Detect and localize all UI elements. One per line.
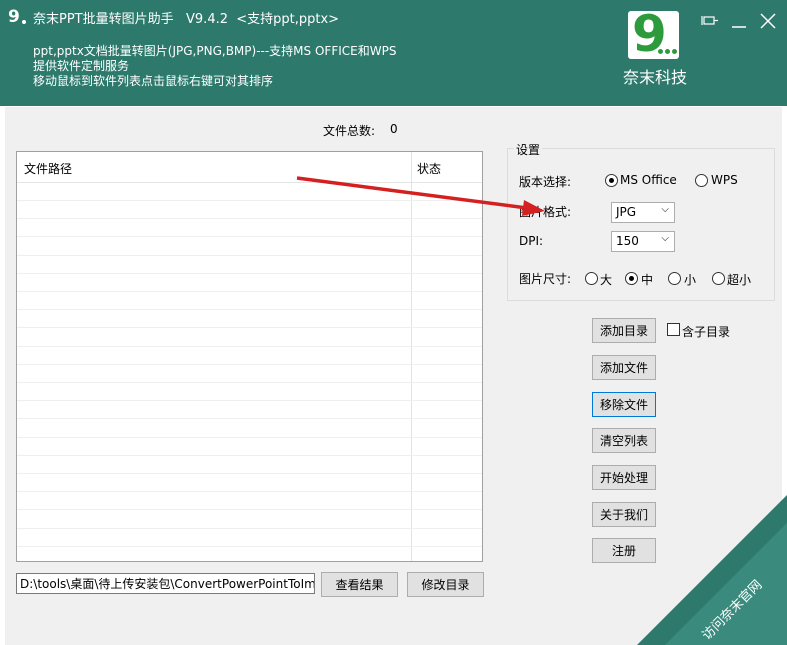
list-row-line <box>17 546 482 547</box>
radio-wps[interactable] <box>695 174 708 187</box>
dpi-select-value: 150 <box>616 234 639 248</box>
list-row-line <box>17 236 482 237</box>
column-status[interactable]: 状态 <box>417 160 441 177</box>
pin-button[interactable] <box>700 11 720 31</box>
list-row-line <box>17 455 482 456</box>
list-row-line <box>17 255 482 256</box>
list-row-line <box>17 418 482 419</box>
list-row-line <box>17 491 482 492</box>
remove-file-button[interactable]: 移除文件 <box>592 392 656 417</box>
version-label: 版本选择: <box>519 175 572 189</box>
list-row-line <box>17 291 482 292</box>
brand-logo-numeral: 9 <box>632 5 667 63</box>
file-list-header: 文件路径 状态 <box>17 152 482 183</box>
radio-size-large[interactable] <box>585 272 598 285</box>
file-count-label: 文件总数: <box>323 124 376 138</box>
change-directory-button[interactable]: 修改目录 <box>407 572 484 597</box>
list-row-line <box>17 309 482 310</box>
file-list[interactable]: 文件路径 状态 <box>16 151 483 562</box>
settings-legend: 设置 <box>514 141 543 158</box>
radio-size-small[interactable] <box>668 272 681 285</box>
radio-size-small-label[interactable]: 小 <box>684 271 696 288</box>
radio-size-xsmall-label[interactable]: 超小 <box>727 271 751 288</box>
list-row-line <box>17 346 482 347</box>
minimize-button[interactable] <box>729 11 749 31</box>
radio-size-medium[interactable] <box>625 272 638 285</box>
radio-ms-office-label[interactable]: MS Office <box>620 173 677 187</box>
include-subdir-checkbox[interactable] <box>667 323 680 336</box>
radio-size-medium-label[interactable]: 中 <box>641 271 653 288</box>
list-row-line <box>17 382 482 383</box>
file-count-value: 0 <box>390 122 398 136</box>
format-label: 图片格式: <box>519 205 572 219</box>
chevron-down-icon: ⌵ <box>661 233 669 244</box>
format-select[interactable]: JPG ⌵ <box>611 202 675 223</box>
pin-icon <box>701 16 718 25</box>
brand-name: 奈末科技 <box>623 68 688 87</box>
list-row-line <box>17 473 482 474</box>
include-subdir-label[interactable]: 含子目录 <box>682 323 730 340</box>
close-icon <box>760 13 776 29</box>
visit-website-ribbon[interactable]: 访问奈末官网 <box>635 495 787 645</box>
radio-size-xsmall[interactable] <box>712 272 725 285</box>
column-divider <box>411 152 412 561</box>
start-button[interactable]: 开始处理 <box>592 465 656 490</box>
dpi-label: DPI: <box>519 234 544 248</box>
output-path-field[interactable]: D:\tools\桌面\待上传安装包\ConvertPowerPointToIm… <box>16 573 315 594</box>
clear-list-button[interactable]: 清空列表 <box>592 428 656 453</box>
brand-logo: 9 <box>628 5 679 63</box>
list-row-line <box>17 364 482 365</box>
dpi-select[interactable]: 150 ⌵ <box>611 231 675 252</box>
list-row-line <box>17 200 482 201</box>
size-label: 图片尺寸: <box>519 272 572 286</box>
title-bar: 9 奈末PPT批量转图片助手 V9.4.2 <支持ppt,pptx> ppt,p… <box>0 0 787 106</box>
close-button[interactable] <box>758 11 778 31</box>
minimize-icon <box>732 26 746 28</box>
add-file-button[interactable]: 添加文件 <box>592 355 656 380</box>
chevron-down-icon: ⌵ <box>661 204 669 215</box>
radio-wps-label[interactable]: WPS <box>711 173 738 187</box>
format-select-value: JPG <box>616 205 637 219</box>
app-logo-icon: 9 <box>8 7 28 27</box>
list-row-line <box>17 218 482 219</box>
desc-line-3: 移动鼠标到软件列表点击鼠标右键可对其排序 <box>33 74 274 88</box>
column-file-path[interactable]: 文件路径 <box>24 160 72 177</box>
list-row-line <box>17 273 482 274</box>
list-row-line <box>17 327 482 328</box>
list-row-line <box>17 509 482 510</box>
window-title: 奈末PPT批量转图片助手 V9.4.2 <支持ppt,pptx> <box>33 12 340 27</box>
list-row-line <box>17 400 482 401</box>
radio-ms-office[interactable] <box>605 174 618 187</box>
add-directory-button[interactable]: 添加目录 <box>592 318 656 343</box>
radio-size-large-label[interactable]: 大 <box>600 271 612 288</box>
list-row-line <box>17 437 482 438</box>
list-row-line <box>17 528 482 529</box>
view-result-button[interactable]: 查看结果 <box>321 572 398 597</box>
